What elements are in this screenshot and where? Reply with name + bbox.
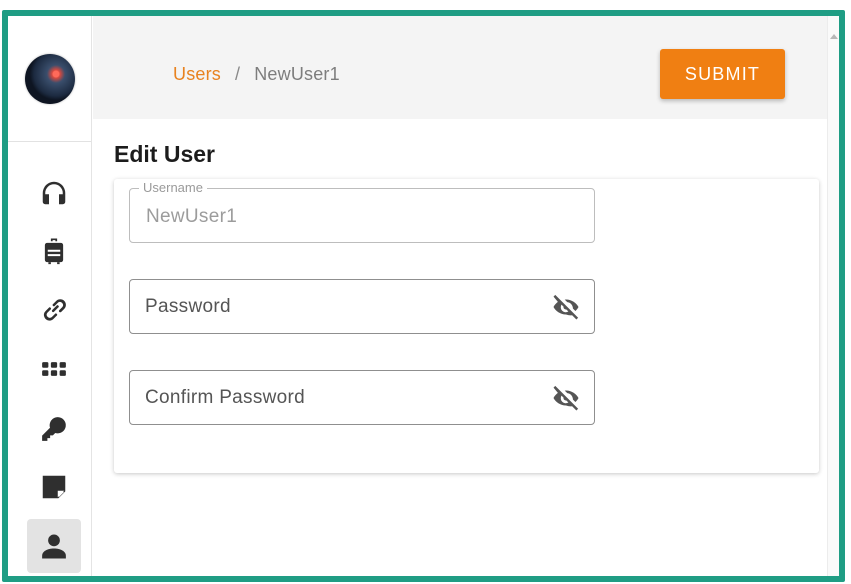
confirm-password-field [129,370,595,425]
luggage-icon [44,238,64,265]
sticky-note-icon [42,475,66,499]
app-window: Users / NewUser1 SUBMIT Edit User Username… [2,10,845,582]
content-panel: Edit User Username NewUser1 [93,119,827,576]
sidebar-item-link[interactable] [27,283,81,337]
sidebar-item-notes[interactable] [27,460,81,514]
password-field [129,279,595,334]
username-value: NewUser1 [146,206,238,227]
submit-button[interactable]: SUBMIT [660,49,785,99]
sidebar-item-apps[interactable] [27,342,81,396]
password-input[interactable] [145,280,525,333]
page-title: Edit User [114,141,215,167]
breadcrumb-separator: / [235,64,241,84]
breadcrumb-users-link[interactable]: Users [173,64,221,84]
link-icon [43,299,66,321]
edit-user-form-card: Username NewUser1 [114,179,819,473]
scroll-up-arrow-icon[interactable] [830,34,838,39]
username-label: Username [139,180,207,195]
headphones-icon [42,181,66,205]
user-icon [42,534,66,559]
eye-off-icon [553,385,579,411]
sidebar-item-luggage[interactable] [27,224,81,278]
sidebar-item-users[interactable] [27,519,81,573]
avatar-area [8,16,91,142]
sidebar-item-headphones[interactable] [27,166,81,220]
eye-off-icon [553,294,579,320]
breadcrumb: Users / NewUser1 [173,64,340,85]
breadcrumb-current: NewUser1 [254,64,340,84]
main-area: Users / NewUser1 SUBMIT Edit User Username… [93,16,827,576]
toggle-password-visibility-button[interactable] [550,292,582,322]
sidebar [8,16,92,576]
key-icon [42,417,66,441]
toggle-confirm-password-visibility-button[interactable] [550,383,582,413]
top-bar: Users / NewUser1 SUBMIT [93,16,827,119]
confirm-password-input[interactable] [145,371,525,424]
avatar[interactable] [24,53,75,104]
sidebar-item-key[interactable] [27,402,81,456]
username-field: Username NewUser1 [129,180,595,243]
apps-grid-icon [42,362,66,376]
vertical-scrollbar[interactable] [827,16,839,576]
